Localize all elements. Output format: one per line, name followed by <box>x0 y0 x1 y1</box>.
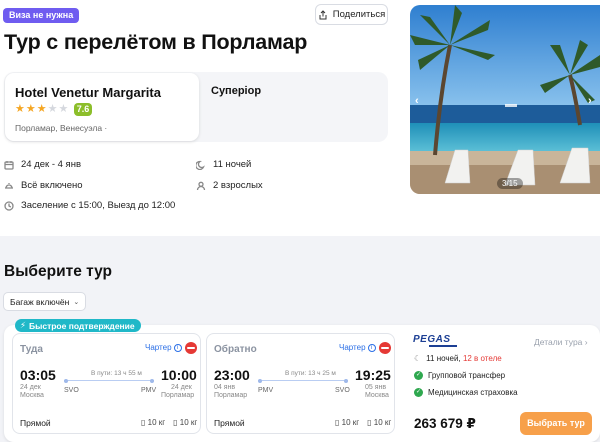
hotel-card: Hotel Venetur Margarita ★ ★ ★ ★ ★ 7.6 Порлам… <box>4 72 388 142</box>
charter-label: Чартер i <box>145 343 182 352</box>
star-icon: ★ <box>58 103 69 115</box>
departure-date: 04 янв <box>214 384 236 391</box>
photo-prev-icon[interactable]: ‹ <box>415 95 419 107</box>
bag-icon-1: ▯ 10 кг <box>141 418 166 427</box>
select-tour-button[interactable]: Выбрать тур <box>520 412 592 435</box>
star-icon: ★ <box>15 103 25 115</box>
baggage-info: ▯ 10 кг ▯ 10 кг <box>141 418 197 427</box>
meal-icon <box>5 182 13 189</box>
from-airport-code: SVO <box>64 387 79 394</box>
inbound-flight[interactable]: Обратно Чартер i 23:00 04 янв Порламар В … <box>206 333 395 434</box>
hotel-summary[interactable]: Hotel Venetur Margarita ★ ★ ★ ★ ★ 7.6 Порлам… <box>5 73 199 141</box>
chevron-down-icon: ⌄ <box>73 298 80 306</box>
to-airport-code: PMV <box>141 387 157 394</box>
arrival-date: 24 дек <box>171 384 192 391</box>
departure-city: Порламар <box>214 392 248 399</box>
info-icon[interactable]: i <box>173 343 182 352</box>
inbound-title: Обратно <box>214 344 257 355</box>
hotel-location: Порламар, Венесуэла · <box>15 123 108 133</box>
check-icon: ✓ <box>414 388 423 397</box>
arrival-time: 19:25 <box>355 367 391 383</box>
tour-card: Туда Чартер i 03:05 24 дек Москва В пути:… <box>4 325 600 442</box>
transfer-row: ✓ Групповой трансфер <box>414 371 506 380</box>
tour-details-link[interactable]: Детали тура › <box>534 337 588 347</box>
photo-counter: 3/15 <box>497 178 523 189</box>
guests-info: 2 взрослых <box>196 180 263 191</box>
rating-badge: 7.6 <box>74 103 92 116</box>
charter-label: Чартер i <box>339 343 376 352</box>
tour-header: Виза не нужна Поделиться Тур с перелётом… <box>0 0 600 236</box>
bag-icon-2: ▯ 10 кг <box>367 418 392 427</box>
flight-duration: В пути: 13 ч 55 м <box>91 370 142 377</box>
baggage-info: ▯ 10 кг ▯ 10 кг <box>335 418 391 427</box>
hotel-photo-image <box>410 5 600 194</box>
meal-info: Всё включено <box>4 180 83 191</box>
info-icon[interactable]: i <box>367 343 376 352</box>
fast-confirmation-badge: ⚡ Быстрое подтверждение <box>15 319 141 332</box>
direct-label: Прямой <box>20 418 51 428</box>
departure-time: 03:05 <box>20 367 56 383</box>
share-icon <box>319 9 327 19</box>
moon-icon <box>196 160 205 170</box>
room-type: Суперіор <box>211 85 262 97</box>
visa-badge: Виза не нужна <box>3 8 80 23</box>
check-icon: ✓ <box>414 371 423 380</box>
arrival-city: Москва <box>365 392 389 399</box>
star-icon: ★ <box>25 103 36 115</box>
to-airport-code: SVO <box>335 387 350 394</box>
nights-info: 11 ночей <box>196 159 251 170</box>
photo-next-icon[interactable]: › <box>588 95 592 107</box>
checkin-info: Заселение с 15:00, Выезд до 12:00 <box>4 200 175 211</box>
tour-offer: PEGAS Детали тура › ☾ 11 ночей, 12 в оте… <box>407 325 597 442</box>
airline-logo-icon <box>185 342 197 354</box>
moon-icon: ☾ <box>414 354 422 363</box>
choose-tour-heading: Выберите тур <box>4 263 113 280</box>
bag-icon-2: ▯ 10 кг <box>173 418 198 427</box>
departure-time: 23:00 <box>214 367 250 383</box>
baggage-filter[interactable]: Багаж включён ⌄ <box>3 292 87 311</box>
operator-logo: PEGAS <box>413 334 451 345</box>
lightning-icon: ⚡ <box>20 320 26 330</box>
airline-logo-icon <box>379 342 391 354</box>
star-icon: ★ <box>47 103 58 115</box>
page-title: Тур с перелётом в Порламар <box>4 30 308 54</box>
hotel-name[interactable]: Hotel Venetur Margarita <box>15 85 161 100</box>
star-icon: ★ <box>36 103 47 115</box>
clock-icon <box>4 200 14 211</box>
dates-info: 24 дек - 4 янв <box>4 159 81 170</box>
calendar-icon <box>4 160 14 170</box>
tour-selection: Выберите тур Багаж включён ⌄ ⚡ Быстрое п… <box>0 236 600 442</box>
bag-icon-1: ▯ 10 кг <box>335 418 360 427</box>
route-line <box>258 378 348 383</box>
tour-price: 263 679 ₽ <box>414 416 476 431</box>
operator-logo-underline <box>429 345 457 347</box>
share-button[interactable]: Поделиться <box>315 4 388 25</box>
arrival-time: 10:00 <box>161 367 197 383</box>
share-label: Поделиться <box>332 9 386 20</box>
route-line <box>64 378 154 383</box>
from-airport-code: PMV <box>258 387 274 394</box>
outbound-title: Туда <box>20 344 43 355</box>
arrival-date: 05 янв <box>365 384 387 391</box>
nights-row: ☾ 11 ночей, 12 в отеле <box>414 354 502 363</box>
hotel-photo[interactable]: ‹ › 3/15 <box>410 5 600 194</box>
departure-city: Москва <box>20 392 44 399</box>
person-icon <box>196 181 206 190</box>
departure-date: 24 дек <box>20 384 41 391</box>
flight-duration: В пути: 13 ч 25 м <box>285 370 336 377</box>
hotel-stars: ★ ★ ★ ★ ★ <box>15 103 68 115</box>
outbound-flight[interactable]: Туда Чартер i 03:05 24 дек Москва В пути:… <box>12 333 201 434</box>
arrival-city: Порламар <box>161 392 195 399</box>
direct-label: Прямой <box>214 418 245 428</box>
insurance-row: ✓ Медицинская страховка <box>414 388 518 397</box>
